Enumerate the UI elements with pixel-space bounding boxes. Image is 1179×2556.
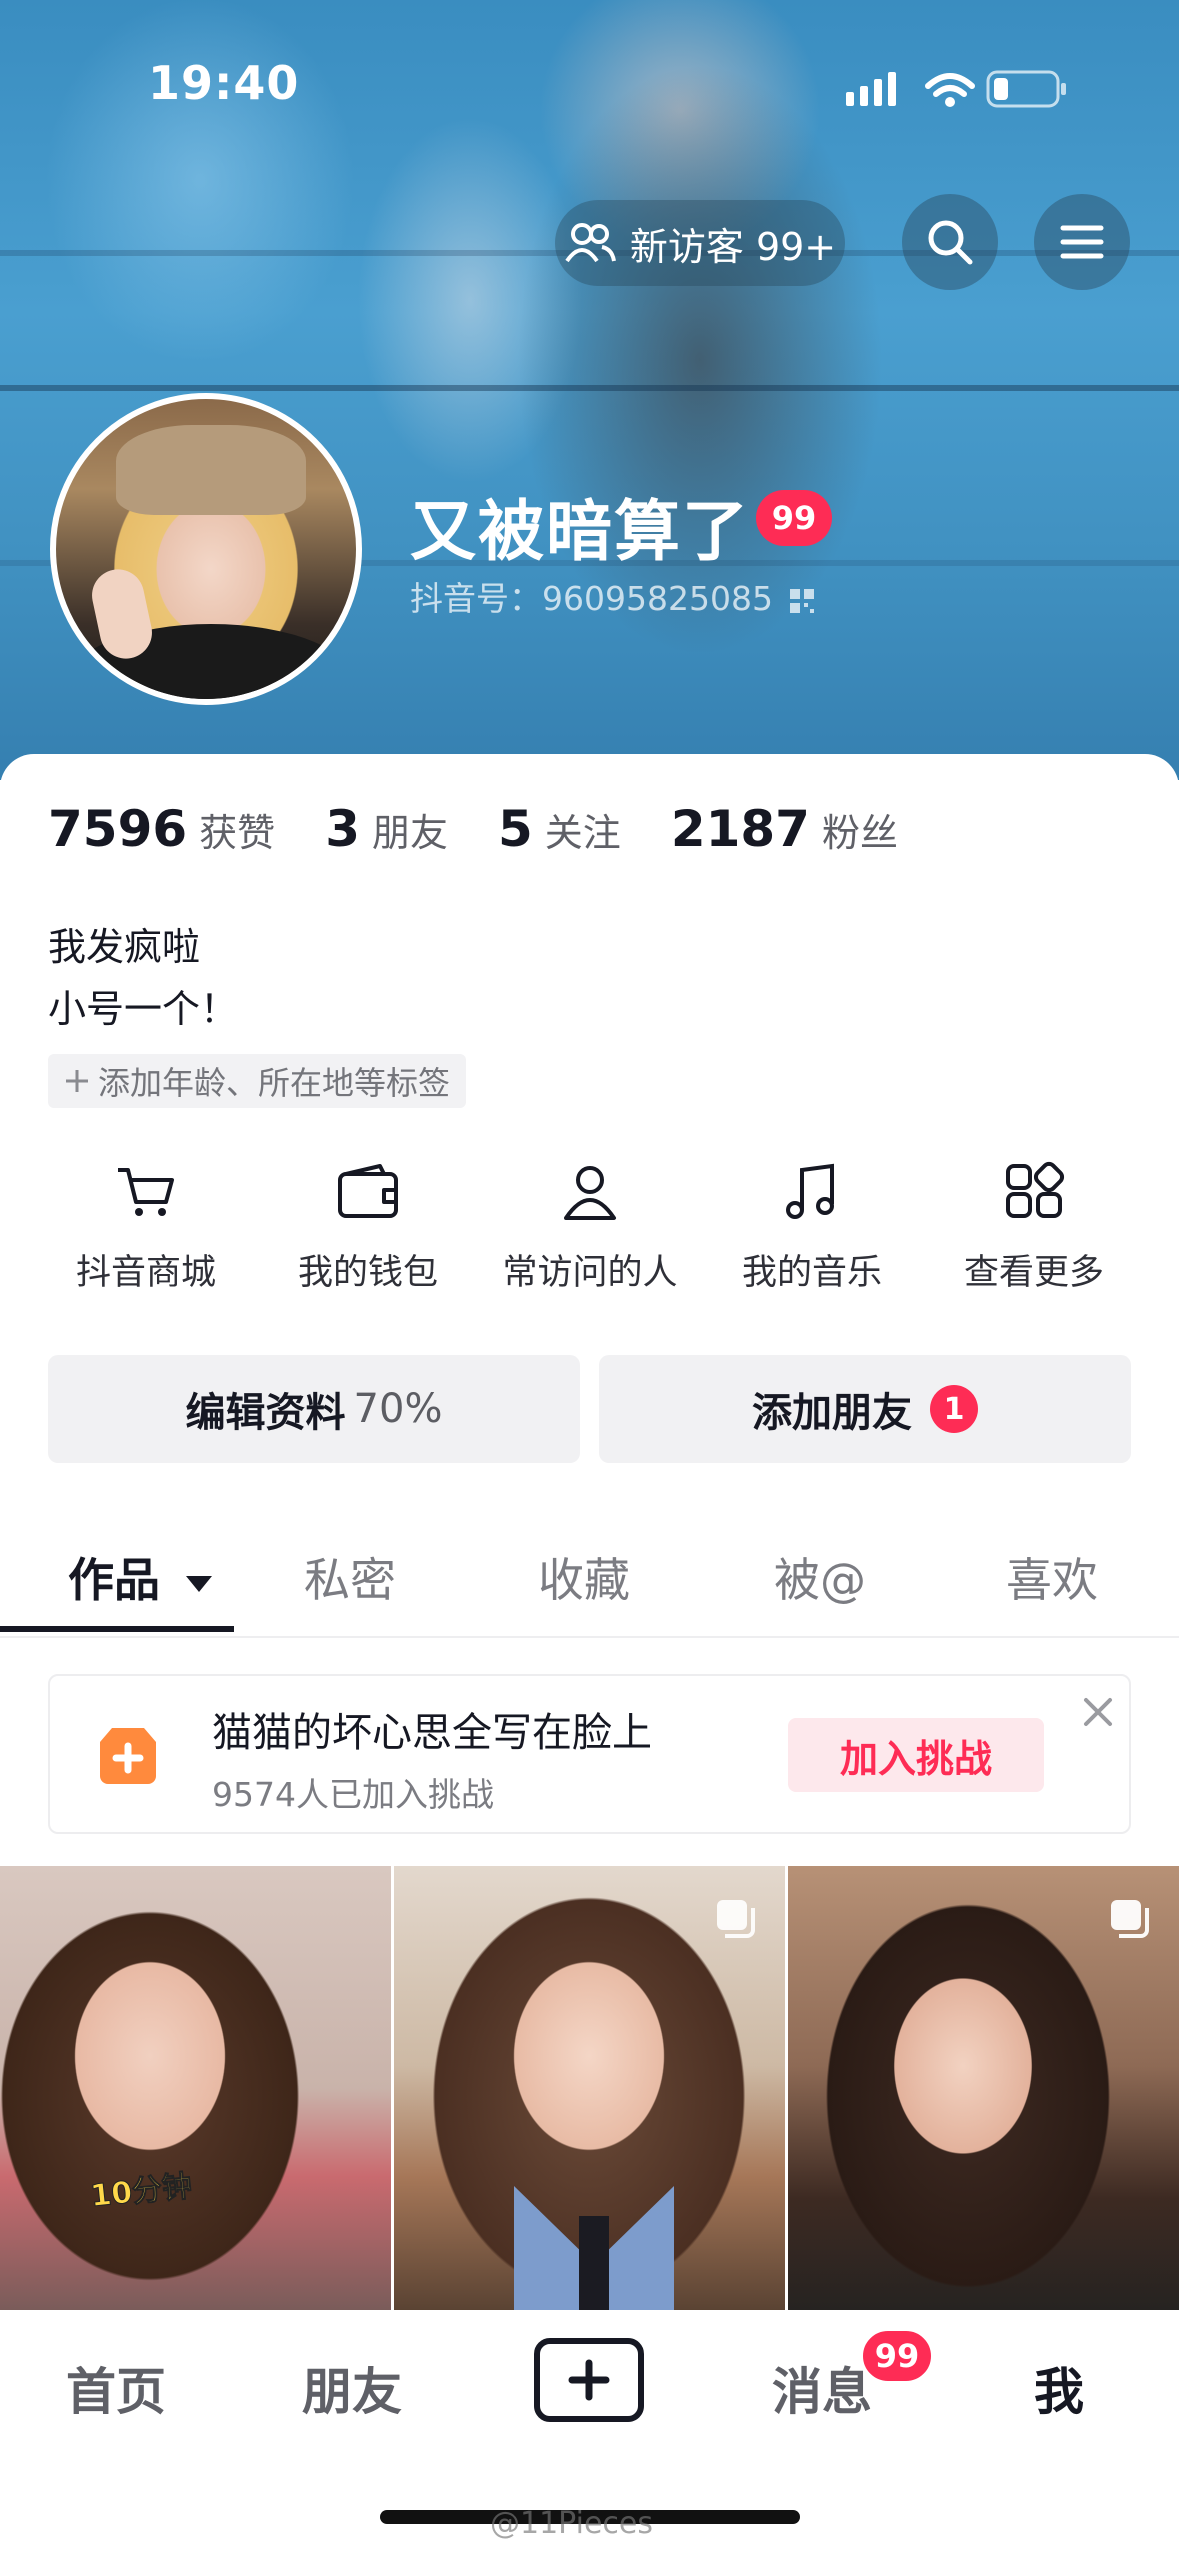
- wallet-icon: [338, 1164, 398, 1218]
- nav-friends[interactable]: 朋友: [302, 2352, 402, 2424]
- bio-line-2: 小号一个！: [48, 987, 239, 1031]
- add-friends-badge: 1: [930, 1385, 978, 1433]
- create-button[interactable]: [534, 2338, 644, 2422]
- content-tabs: 作品 私密 收藏 被@ 喜欢: [0, 1520, 1179, 1638]
- wifi-icon: [925, 73, 975, 97]
- challenge-icon: [100, 1728, 156, 1784]
- caret-down-icon: [186, 1576, 213, 1592]
- menu-button[interactable]: [1034, 194, 1130, 290]
- video-thumbnail[interactable]: [788, 1866, 1179, 2310]
- tab-works[interactable]: 作品: [68, 1544, 214, 1610]
- messages-badge: 99: [860, 2328, 934, 2384]
- tab-favorites[interactable]: 收藏: [538, 1544, 630, 1610]
- search-button[interactable]: [902, 194, 998, 290]
- challenge-title: 猫猫的坏心思全写在脸上: [212, 1710, 652, 1756]
- shortcut-wallet[interactable]: 我的钱包: [268, 1160, 468, 1295]
- status-time: 19:40: [148, 56, 300, 110]
- stat-friends[interactable]: 3 朋友: [325, 800, 448, 858]
- multi-image-icon: [1111, 1900, 1149, 1938]
- plus-icon: [568, 2359, 610, 2401]
- shortcut-music[interactable]: 我的音乐: [712, 1160, 912, 1295]
- nav-home[interactable]: 首页: [66, 2352, 166, 2424]
- tab-likes[interactable]: 喜欢: [1006, 1544, 1098, 1610]
- video-thumbnail[interactable]: [394, 1866, 785, 2310]
- shortcut-row: 抖音商城 我的钱包 常访问的人 我的音乐 查看更多: [0, 1160, 1179, 1310]
- shortcut-mall[interactable]: 抖音商城: [46, 1160, 246, 1295]
- active-tab-indicator: [0, 1626, 234, 1632]
- music-note-icon: [786, 1163, 834, 1219]
- cart-icon: [118, 1168, 174, 1216]
- shortcut-frequent-visitors[interactable]: 常访问的人: [490, 1160, 690, 1295]
- avatar[interactable]: [50, 393, 362, 705]
- username-badge[interactable]: 99: [756, 490, 832, 546]
- join-challenge-button[interactable]: 加入挑战: [788, 1718, 1044, 1792]
- close-icon[interactable]: [1078, 1692, 1118, 1732]
- add-friends-button[interactable]: 添加朋友 1: [599, 1355, 1131, 1463]
- person-icon: [564, 1166, 616, 1220]
- search-icon: [928, 220, 973, 265]
- bio-line-1: 我发疯啦: [48, 925, 201, 969]
- video-thumbnail[interactable]: 10分钟: [0, 1866, 391, 2310]
- watermark: @11Pieces: [490, 2506, 653, 2541]
- tab-private[interactable]: 私密: [304, 1544, 396, 1610]
- grid-more-icon: [1006, 1161, 1065, 1218]
- challenge-card[interactable]: 猫猫的坏心思全写在脸上 9574人已加入挑战 加入挑战: [48, 1674, 1131, 1834]
- battery-icon: [986, 70, 1066, 108]
- nav-me[interactable]: 我: [1034, 2352, 1084, 2424]
- plus-icon: [66, 1070, 88, 1092]
- tab-mentions[interactable]: 被@: [774, 1544, 866, 1610]
- signal-icon: [846, 72, 896, 106]
- challenge-subtitle: 9574人已加入挑战: [212, 1775, 494, 1814]
- username: 又被暗算了: [410, 493, 750, 570]
- stat-followers[interactable]: 2187 粉丝: [671, 800, 898, 858]
- stat-likes[interactable]: 7596 获赞: [48, 800, 275, 858]
- video-sticker-text: 10分钟: [88, 2168, 194, 2215]
- new-visitors-button[interactable]: 新访客 99+: [555, 200, 845, 286]
- visitors-label: 新访客 99+: [629, 224, 837, 269]
- multi-image-icon: [717, 1900, 755, 1938]
- douyin-id[interactable]: 抖音号：96095825085: [410, 572, 815, 620]
- shortcut-more[interactable]: 查看更多: [934, 1160, 1134, 1295]
- status-icons: [846, 70, 1066, 108]
- qr-code-icon: [790, 588, 815, 613]
- hamburger-icon: [1060, 225, 1104, 259]
- stats-row: 7596 获赞 3 朋友 5 关注 2187 粉丝: [48, 800, 898, 858]
- visitors-icon: [565, 223, 616, 263]
- edit-profile-button[interactable]: 编辑资料 70%: [48, 1355, 580, 1463]
- stat-following[interactable]: 5 关注: [498, 800, 621, 858]
- add-tags-chip[interactable]: 添加年龄、所在地等标签: [48, 1054, 467, 1108]
- nav-messages[interactable]: 消息: [772, 2352, 872, 2424]
